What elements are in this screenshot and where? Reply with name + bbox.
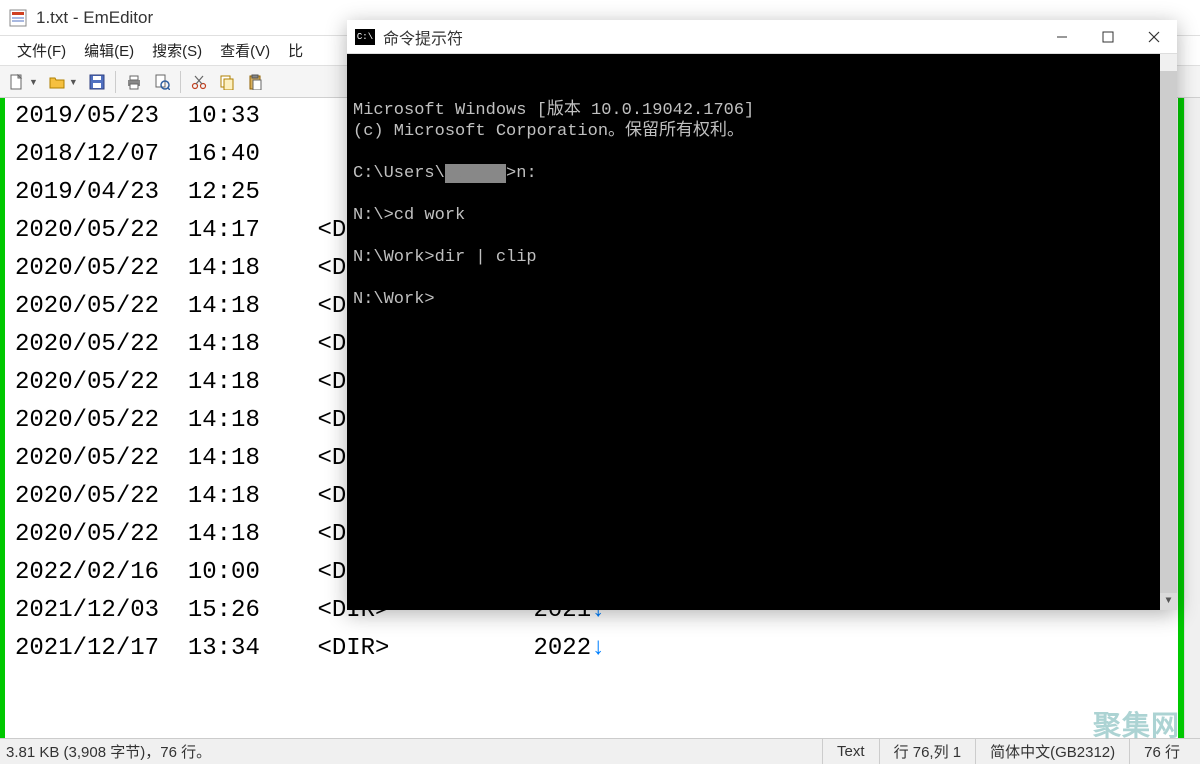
cmd-line [353, 268, 1171, 289]
minimize-button[interactable] [1039, 20, 1085, 53]
menu-file[interactable]: 文件(F) [8, 37, 75, 64]
editor-line: 2021/12/17 13:34 <DIR> 2022↓ [5, 630, 1200, 668]
status-lines: 76 行 [1129, 739, 1194, 764]
open-file-button[interactable] [44, 69, 70, 95]
statusbar: 3.81 KB (3,908 字节)，76 行。 Text 行 76,列 1 简… [0, 738, 1200, 764]
menu-truncated[interactable]: 比 [279, 37, 312, 64]
scroll-down-button[interactable]: ▼ [1160, 593, 1177, 610]
return-mark-icon: ↓ [591, 635, 605, 662]
cmd-icon: C:\ [355, 29, 375, 45]
cmd-line: N:\Work>dir | clip [353, 247, 1171, 268]
scroll-thumb[interactable] [1160, 71, 1177, 593]
cmd-line [353, 184, 1171, 205]
status-mode: Text [822, 739, 879, 764]
close-button[interactable] [1131, 20, 1177, 53]
status-filesize: 3.81 KB (3,908 字节)，76 行。 [6, 741, 822, 762]
maximize-button[interactable] [1085, 20, 1131, 53]
print-preview-button[interactable] [149, 69, 175, 95]
window-controls [1039, 20, 1177, 53]
editor-title: 1.txt - EmEditor [36, 8, 153, 28]
cmd-terminal[interactable]: Microsoft Windows [版本 10.0.19042.1706](c… [347, 54, 1177, 610]
redacted-text: ###### [445, 164, 506, 183]
cmd-scrollbar[interactable]: ▲ ▼ [1160, 54, 1177, 610]
cmd-line: C:\Users\######>n: [353, 163, 1171, 184]
cmd-line [353, 226, 1171, 247]
cmd-line: N:\>cd work [353, 205, 1171, 226]
separator [180, 71, 181, 93]
open-dropdown[interactable]: ▼ [69, 77, 78, 87]
command-prompt-window: C:\ 命令提示符 Microsoft Windows [版本 10.0.190… [347, 20, 1177, 610]
save-button[interactable] [84, 69, 110, 95]
cut-button[interactable] [186, 69, 212, 95]
cmd-line: (c) Microsoft Corporation。保留所有权利。 [353, 121, 1171, 142]
new-dropdown[interactable]: ▼ [29, 77, 38, 87]
status-position: 行 76,列 1 [879, 739, 976, 764]
cmd-titlebar[interactable]: C:\ 命令提示符 [347, 20, 1177, 54]
new-file-button[interactable] [4, 69, 30, 95]
copy-button[interactable] [214, 69, 240, 95]
emeditor-icon [8, 8, 28, 28]
paste-button[interactable] [242, 69, 268, 95]
menu-search[interactable]: 搜索(S) [143, 37, 211, 64]
separator [115, 71, 116, 93]
status-encoding: 简体中文(GB2312) [975, 739, 1129, 764]
scroll-track[interactable] [1160, 71, 1177, 593]
cmd-line: N:\Work> [353, 289, 1171, 310]
menu-edit[interactable]: 编辑(E) [75, 37, 143, 64]
cmd-line [353, 142, 1171, 163]
print-button[interactable] [121, 69, 147, 95]
menu-view[interactable]: 查看(V) [211, 37, 279, 64]
cmd-line: Microsoft Windows [版本 10.0.19042.1706] [353, 100, 1171, 121]
cmd-title: 命令提示符 [383, 25, 1039, 49]
